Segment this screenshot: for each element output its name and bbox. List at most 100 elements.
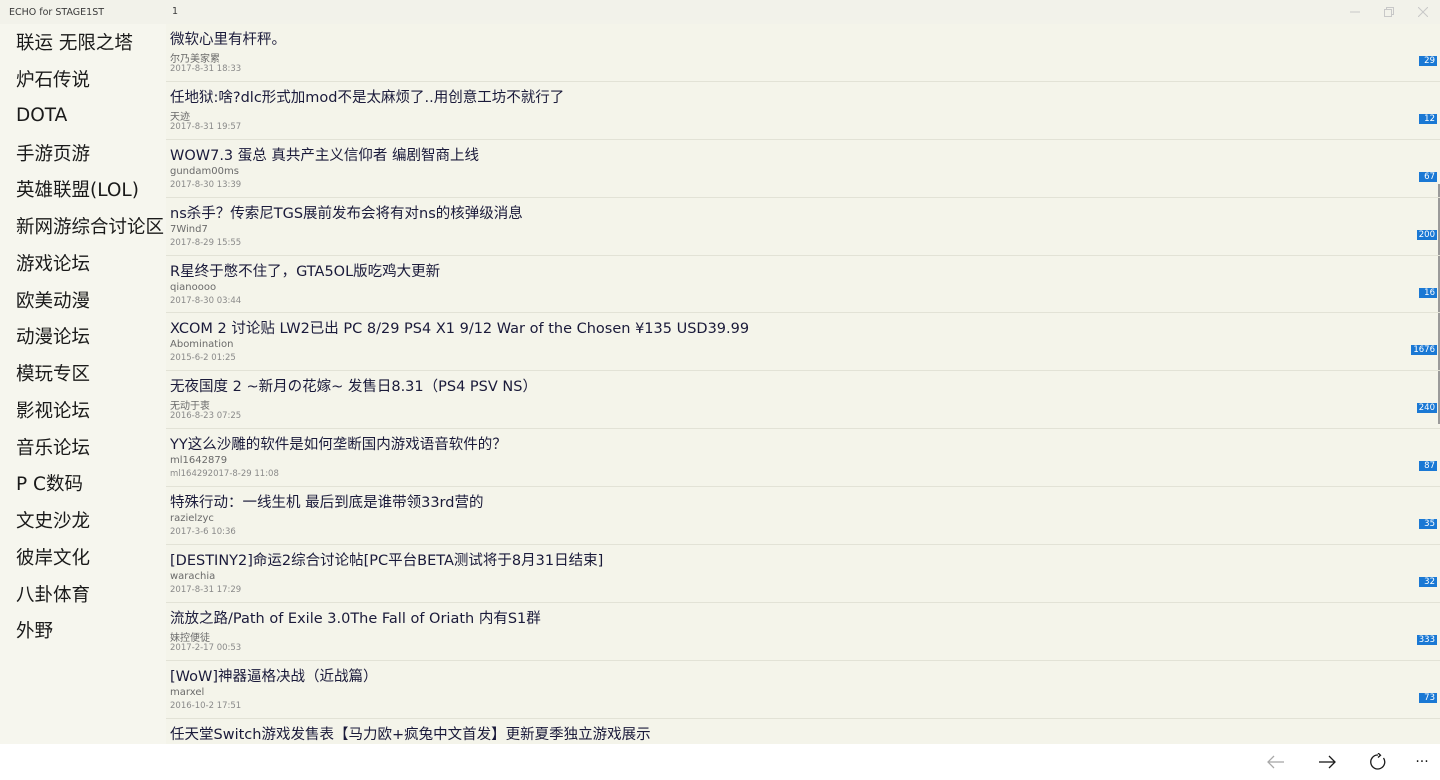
refresh-button[interactable] [1358,744,1398,780]
window-controls [1338,0,1440,24]
reply-count-badge: 240 [1416,403,1437,414]
maximize-button[interactable] [1372,0,1406,24]
sidebar-item[interactable]: 炉石传说 [0,61,166,98]
thread-row[interactable]: YY这么沙雕的软件是如何垄断国内游戏语音软件的？ ml1642879 ml16429… [166,429,1440,488]
thread-date: 2017-8-30 03:44 [170,295,242,306]
thread-title[interactable]: [DESTINY2]命运2综合讨论帖[PC平台BETA测试将于8月31日结束] [170,549,603,570]
sidebar-item[interactable]: 欧美动漫 [0,281,166,318]
thread-title[interactable]: WOW7.3 蛋总 真共产主义信仰者 编剧智商上线 [170,144,479,165]
thread-row[interactable]: ns杀手？传索尼TGS展前发布会将有对ns的核弹级消息 7Wind7 2017-8-… [166,198,1440,256]
reply-count-badge: 12 [1419,113,1437,124]
arrow-right-icon [1319,755,1336,769]
more-button[interactable]: ··· [1402,744,1440,780]
thread-author: 妹控便徒 [170,632,210,644]
sidebar-item[interactable]: P C数码 [0,465,166,502]
sidebar-item[interactable]: 外野 [0,612,166,649]
forward-button[interactable] [1307,744,1347,780]
bottom-app-bar: ··· [0,744,1440,780]
sidebar-item[interactable]: 模玩专区 [0,355,166,392]
thread-row[interactable]: XCOM 2 讨论贴 LW2已出 PC 8/29 PS4 X1 9/12 War… [166,313,1440,372]
thread-date: 2016-10-2 17:51 [170,700,242,711]
thread-title[interactable]: 任地狱:啥?dlc形式加mod不是太麻烦了..用创意工坊不就行了 [170,86,564,107]
back-button[interactable] [1256,744,1296,780]
thread-title[interactable]: ns杀手？传索尼TGS展前发布会将有对ns的核弹级消息 [170,202,523,223]
thread-list: 微软心里有杆秤。尔乃美家累 2017-8-31 18:33 29 任地狱:啥?dlc形… [166,24,1440,744]
thread-row[interactable]: WOW7.3 蛋总 真共产主义信仰者 编剧智商上线 gundam00ms 2017-… [166,140,1440,198]
thread-date: 2017-8-31 19:57 [170,121,242,132]
sidebar-item[interactable]: 动漫论坛 [0,318,166,355]
sidebar-item[interactable]: 英雄联盟(LOL) [0,171,166,208]
thread-author: 天迹 [170,111,190,123]
thread-date: 2017-3-6 10:36 [170,527,236,538]
sidebar-item[interactable]: 音乐论坛 [0,428,166,465]
thread-date: 2017-8-31 18:33 [170,64,242,74]
reply-count-badge: 333 [1416,634,1437,645]
thread-title[interactable]: YY这么沙雕的软件是如何垄断国内游戏语音软件的？ [170,433,507,454]
reply-count-badge: 73 [1419,692,1437,703]
thread-title[interactable]: R星终于憋不住了，GTA5OL版吃鸡大更新 [170,260,440,281]
thread-title[interactable]: [WoW]神器逼格决战（近战篇） [170,665,378,686]
thread-title[interactable]: 微软心里有杆秤。 [170,28,286,49]
thread-author: gundam00ms [170,165,239,177]
thread-author: 7Wind7 [170,223,208,235]
reply-count-badge: 67 [1419,171,1437,182]
thread-row[interactable]: 无夜国度 2 ~新月の花嫁~ 发售日8.31（PS4 PSV NS） 无动于衷 20… [166,371,1440,430]
minimize-button[interactable] [1338,0,1372,24]
thread-row[interactable]: [DESTINY2]命运2综合讨论帖[PC平台BETA测试将于8月31日结束] w… [166,545,1440,603]
sidebar-item[interactable]: 手游页游 [0,134,166,171]
reply-count-badge: 32 [1419,577,1437,588]
thread-row[interactable]: [WoW]神器逼格决战（近战篇） marxel 2016-10-2 17:51 73 [166,661,1440,719]
page-number: 1 [172,6,179,17]
thread-row[interactable]: R星终于憋不住了，GTA5OL版吃鸡大更新 qianoooo 2017-8-30 0… [166,256,1440,314]
app-title: ECHO for STAGE1ST [9,7,105,18]
thread-author: ml1642879 [170,455,228,467]
thread-title[interactable]: 流放之路/Path of Exile 3.0The Fall of Oriath… [170,607,541,628]
close-button[interactable] [1406,0,1440,24]
thread-title[interactable]: 任天堂Switch游戏发售表【马力欧+疯兔中文首发】更新夏季独立游戏展示 [170,723,651,744]
close-icon [1418,7,1428,17]
thread-row[interactable]: 微软心里有杆秤。尔乃美家累 2017-8-31 18:33 29 [166,24,1440,82]
thread-date: ml16429​2017-8-29 11:08 [170,469,279,480]
sidebar-item[interactable]: DOTA [0,98,166,135]
reply-count-badge: 200 [1416,229,1437,240]
thread-row[interactable]: 任天堂Switch游戏发售表【马力欧+疯兔中文首发】更新夏季独立游戏展示 [166,719,1440,744]
thread-title[interactable]: 无夜国度 2 ~新月の花嫁~ 发售日8.31（PS4 PSV NS） [170,375,537,396]
sidebar-item[interactable]: 八卦体育 [0,575,166,612]
sidebar-item[interactable]: 彼岸文化 [0,539,166,576]
reply-count-badge: 16 [1419,287,1437,298]
reply-count-badge: 35 [1419,519,1437,530]
thread-date: 2017-8-29 15:55 [170,237,242,248]
thread-author: warachia [170,571,216,583]
sidebar-item[interactable]: 新网游综合讨论区 [0,208,166,245]
sidebar-item[interactable]: 影视论坛 [0,392,166,429]
thread-title[interactable]: 特殊行动：一线生机 最后到底是谁带领33rd营的 [170,491,483,512]
reply-count-badge: 1676 [1411,345,1437,356]
restore-icon [1384,7,1394,17]
thread-row[interactable]: 流放之路/Path of Exile 3.0The Fall of Oriath… [166,603,1440,661]
reply-count-badge: 29 [1419,56,1437,66]
thread-author: razielzyc [170,513,214,525]
thread-author: 无动于衷 [170,401,210,413]
thread-date: 2015-6-2 01:25 [170,353,236,364]
thread-date: 2016-8-23 07:25 [170,411,242,422]
refresh-icon [1370,753,1386,770]
thread-author: qianoooo [170,281,217,293]
thread-row[interactable]: 任地狱:啥?dlc形式加mod不是太麻烦了..用创意工坊不就行了天迹 2017-8… [166,82,1440,140]
thread-title[interactable]: XCOM 2 讨论贴 LW2已出 PC 8/29 PS4 X1 9/12 War… [170,317,749,338]
thread-author: 尔乃美家累 [170,54,220,65]
thread-author: Abomination [170,339,234,351]
thread-author: marxel [170,686,205,698]
forum-sidebar: 联运 无限之塔 炉石传说 DOTA 手游页游 英雄联盟(LOL) 新网游综合讨论区 游戏论坛… [0,24,166,744]
thread-date: 2017-2-17 00:53 [170,642,242,653]
sidebar-item[interactable]: 游戏论坛 [0,245,166,282]
minimize-icon [1350,11,1360,13]
sidebar-item[interactable]: 联运 无限之塔 [0,24,166,61]
thread-date: 2017-8-31 17:29 [170,585,242,596]
arrow-left-icon [1267,755,1284,769]
more-icon: ··· [1415,754,1429,770]
reply-count-badge: 87 [1419,461,1437,472]
thread-row[interactable]: 特殊行动：一线生机 最后到底是谁带领33rd营的 razielzyc 2017-3-… [166,487,1440,546]
thread-date: 2017-8-30 13:39 [170,179,242,190]
title-bar: ECHO for STAGE1ST 1 [0,0,1440,24]
sidebar-item[interactable]: 文史沙龙 [0,502,166,539]
